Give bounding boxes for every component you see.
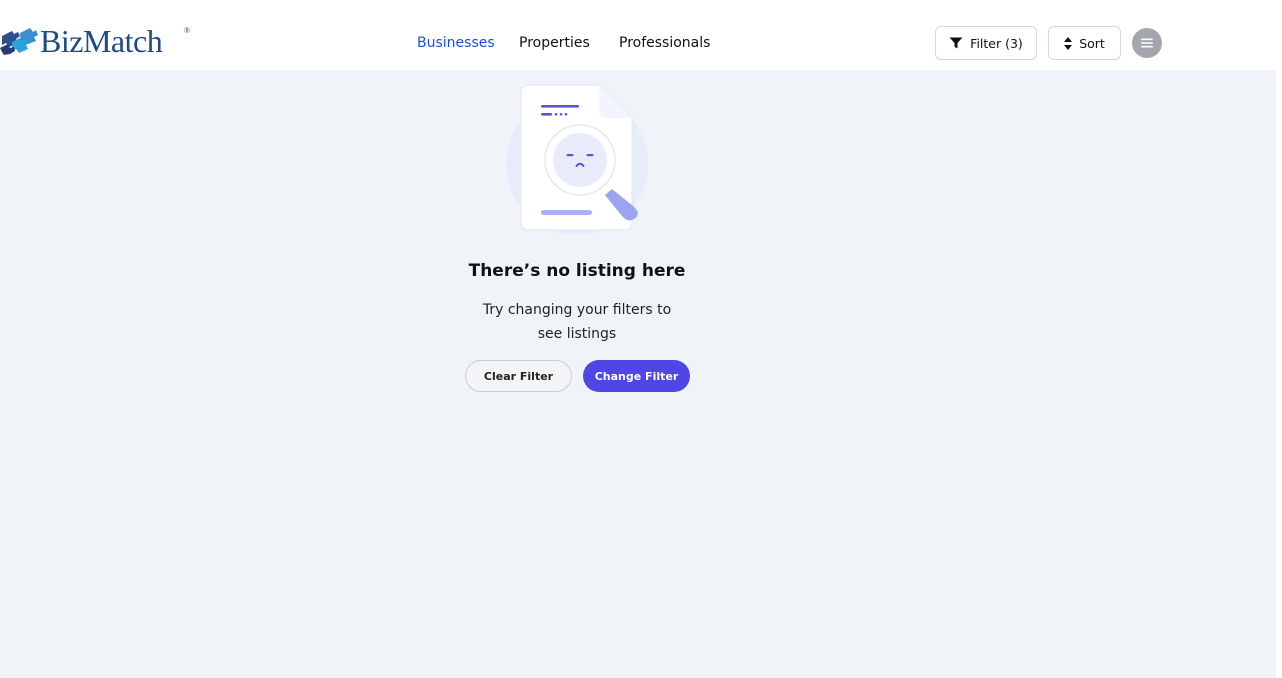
hamburger-menu-icon xyxy=(1141,38,1153,48)
puzzle-pieces-icon xyxy=(0,28,38,55)
empty-state-message-line-1: Try changing your filters to xyxy=(482,302,672,318)
nav-professionals[interactable]: Professionals xyxy=(619,34,710,52)
change-filter-button[interactable]: Change Filter xyxy=(583,360,690,392)
nav-businesses[interactable]: Businesses xyxy=(417,34,495,52)
menu-button[interactable] xyxy=(1132,28,1162,58)
empty-state-message: Try changing your filters to see listing… xyxy=(457,298,697,346)
top-navigation-bar: BizMatch ® Businesses Properties Profess… xyxy=(0,0,1276,70)
sort-button-label: Sort xyxy=(1079,35,1105,51)
registered-mark: ® xyxy=(184,26,191,35)
filter-button[interactable]: Filter (3) xyxy=(935,26,1037,60)
empty-state-title: There’s no listing here xyxy=(468,261,686,281)
nav-properties[interactable]: Properties xyxy=(519,34,590,52)
logo-wordmark: BizMatch xyxy=(40,23,163,59)
filter-button-label: Filter (3) xyxy=(970,35,1023,51)
bizmatch-logo[interactable]: BizMatch ® xyxy=(0,22,190,62)
document-magnifier-sad-icon xyxy=(506,84,648,234)
sort-button[interactable]: Sort xyxy=(1048,26,1121,60)
empty-state-message-line-2: see listings xyxy=(537,326,617,342)
clear-filter-button[interactable]: Clear Filter xyxy=(465,360,572,392)
funnel-icon xyxy=(949,37,963,49)
scrollbar-track[interactable] xyxy=(1276,0,1282,678)
page: BizMatch ® Businesses Properties Profess… xyxy=(0,0,1282,678)
sort-arrows-icon xyxy=(1064,36,1073,50)
